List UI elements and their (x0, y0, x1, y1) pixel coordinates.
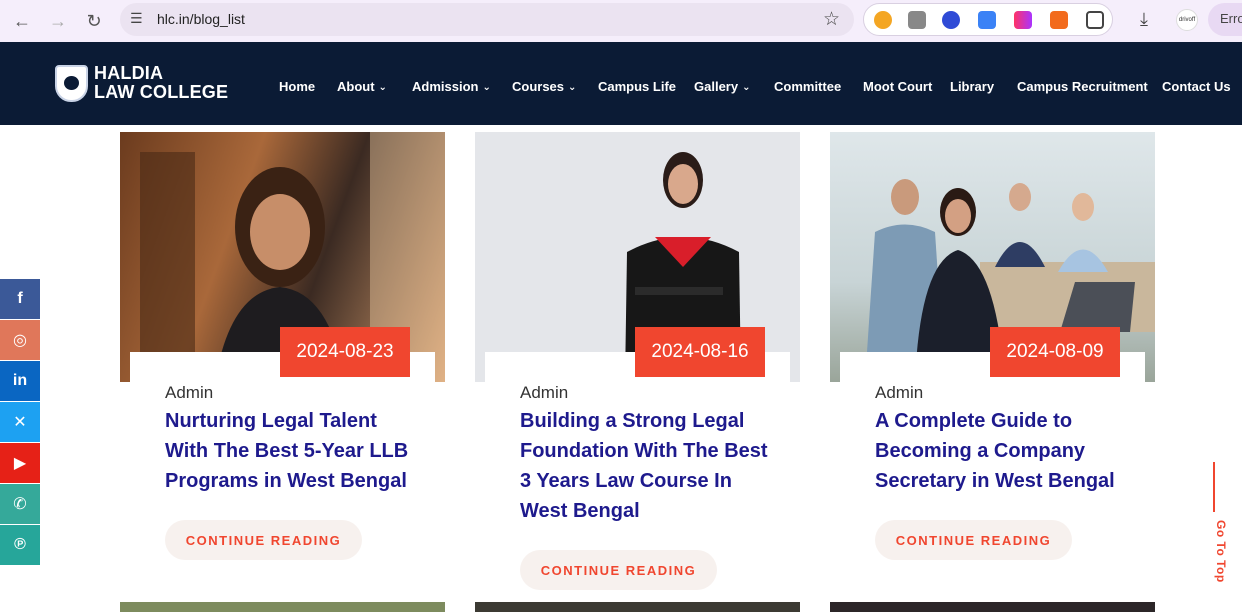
chevron-down-icon: ⌄ (378, 81, 387, 93)
extension-c-icon[interactable] (942, 11, 960, 29)
pinterest-icon[interactable]: ℗ (0, 525, 40, 565)
extension-color-icon[interactable] (1014, 11, 1032, 29)
nav-committee[interactable]: Committee (774, 76, 841, 96)
continue-reading-button[interactable]: CONTINUE READING (875, 520, 1072, 560)
nav-about[interactable]: About ⌄ (337, 76, 387, 96)
nav-courses[interactable]: Courses ⌄ (512, 76, 576, 96)
database-icon[interactable] (908, 11, 926, 29)
nav-label: Home (279, 78, 316, 94)
post-title[interactable]: Building a Strong Legal Foundation With … (520, 406, 780, 526)
nav-label: Moot Court (863, 78, 933, 94)
post-image[interactable] (120, 602, 445, 612)
nav-admission[interactable]: Admission ⌄ (412, 76, 491, 96)
extensions-group (863, 3, 1113, 36)
site-info-icon[interactable]: ☰ (130, 10, 148, 28)
nav-gallery[interactable]: Gallery ⌄ (694, 76, 750, 96)
nav-label: Gallery (694, 78, 739, 94)
nav-label: Contact Us (1162, 78, 1231, 94)
nav-home[interactable]: Home (279, 76, 315, 96)
reload-icon[interactable]: ↻ (82, 9, 106, 33)
nav-label: Library (950, 78, 995, 94)
profile-avatar[interactable]: drivoff (1176, 9, 1198, 31)
post-title[interactable]: Nurturing Legal Talent With The Best 5-Y… (165, 406, 425, 496)
go-to-top-button[interactable]: Go To Top (1198, 520, 1228, 590)
post-date-badge: 2024-08-09 (990, 327, 1120, 377)
forward-arrow-icon[interactable]: → (46, 9, 70, 33)
chevron-down-icon: ⌄ (568, 81, 577, 93)
post-image[interactable] (830, 602, 1155, 612)
nav-label: Campus Recruitment (1017, 78, 1148, 94)
extension-chess-icon[interactable] (1050, 11, 1068, 29)
download-icon[interactable]: ⤓ (1140, 9, 1148, 30)
college-crest-icon[interactable] (55, 65, 88, 102)
extension-tab-icon[interactable] (978, 11, 996, 29)
post-image[interactable] (475, 602, 800, 612)
extension-icon[interactable] (874, 11, 892, 29)
post-author: Admin (520, 383, 569, 402)
logo-line-2: LAW COLLEGE (94, 82, 229, 102)
back-arrow-icon[interactable]: ← (10, 9, 34, 33)
chevron-down-icon: ⌄ (482, 81, 491, 93)
x-icon[interactable]: ✕ (0, 402, 40, 442)
nav-campus-life[interactable]: Campus Life (598, 76, 676, 96)
bookmark-star-icon[interactable]: ☆ (823, 8, 840, 31)
nav-label: Committee (774, 78, 842, 94)
youtube-icon[interactable]: ▶ (0, 443, 40, 483)
phone-icon[interactable]: ✆ (0, 484, 40, 524)
logo-line-1: HALDIA (94, 63, 164, 83)
browser-toolbar: ← → ↻ ☰ hlc.in/blog_list ☆ ⤓ drivoff Err… (0, 0, 1242, 42)
post-author: Admin (875, 383, 924, 402)
error-chip[interactable]: Erro (1208, 3, 1242, 36)
post-title[interactable]: A Complete Guide to Becoming a Company S… (875, 406, 1135, 496)
post-date-badge: 2024-08-16 (635, 327, 765, 377)
facebook-icon[interactable]: f (0, 279, 40, 319)
address-bar[interactable]: ☰ hlc.in/blog_list ☆ (120, 3, 854, 36)
nav-campus-recruitment[interactable]: Campus Recruitment (1017, 76, 1148, 96)
site-header: HALDIA LAW COLLEGE Home About ⌄ Admission… (0, 42, 1242, 125)
nav-label: Campus Life (598, 78, 677, 94)
post-author: Admin (165, 383, 214, 402)
continue-reading-button[interactable]: CONTINUE READING (520, 550, 717, 590)
instagram-icon[interactable]: ◎ (0, 320, 40, 360)
post-date-badge: 2024-08-23 (280, 327, 410, 377)
chevron-down-icon: ⌄ (742, 81, 751, 93)
nav-label: About (337, 78, 375, 94)
linkedin-icon[interactable]: in (0, 361, 40, 401)
url-text[interactable]: hlc.in/blog_list (157, 11, 245, 27)
nav-label: Courses (512, 78, 565, 94)
site-logo[interactable]: HALDIA LAW COLLEGE (94, 64, 228, 102)
nav-contact-us[interactable]: Contact Us (1162, 76, 1231, 96)
continue-reading-button[interactable]: CONTINUE READING (165, 520, 362, 560)
nav-library[interactable]: Library (950, 76, 994, 96)
nav-label: Admission (412, 78, 479, 94)
nav-moot-court[interactable]: Moot Court (863, 76, 932, 96)
puzzle-icon[interactable] (1086, 11, 1104, 29)
go-to-top-line (1213, 462, 1215, 512)
